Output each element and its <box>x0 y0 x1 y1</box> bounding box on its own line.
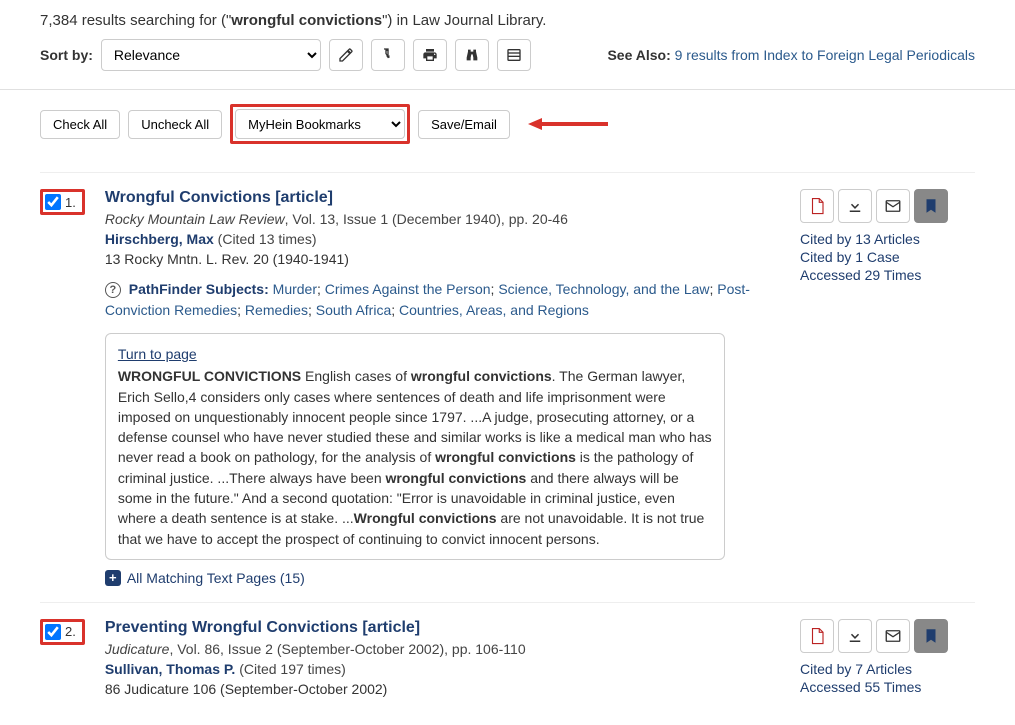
bookmark-select-highlight: MyHein Bookmarks <box>230 104 410 144</box>
author-link[interactable]: Hirschberg, Max <box>105 231 214 247</box>
divider <box>0 89 1015 90</box>
help-icon[interactable]: ? <box>105 282 121 298</box>
cited-by-articles[interactable]: Cited by 7 Articles <box>800 661 975 677</box>
annotation-arrow-icon <box>528 115 608 133</box>
uncheck-all-button[interactable]: Uncheck All <box>128 110 222 139</box>
result-citation: 86 Judicature 106 (September-October 200… <box>105 681 780 697</box>
result-snippet: Turn to page WRONGFUL CONVICTIONS Englis… <box>105 333 725 560</box>
download-icon[interactable] <box>838 619 872 653</box>
bookmark-icon[interactable] <box>914 619 948 653</box>
save-email-button[interactable]: Save/Email <box>418 110 510 139</box>
check-all-button[interactable]: Check All <box>40 110 120 139</box>
search-query: wrongful convictions <box>231 12 382 29</box>
email-icon[interactable] <box>876 189 910 223</box>
result-subjects: ? PathFinder Subjects: Murder; Crimes Ag… <box>105 279 780 321</box>
result-checkbox[interactable] <box>45 194 61 210</box>
list-view-icon[interactable] <box>497 39 531 71</box>
bookmark-icon[interactable] <box>914 189 948 223</box>
result-checkbox-highlight: 1. <box>40 189 85 215</box>
result-checkbox[interactable] <box>45 624 61 640</box>
sort-direction-icon[interactable] <box>371 39 405 71</box>
author-link[interactable]: Sullivan, Thomas P. <box>105 661 235 677</box>
result-title-link[interactable]: Wrongful Convictions [article] <box>105 189 333 206</box>
turn-to-page-link[interactable]: Turn to page <box>118 344 197 364</box>
download-icon[interactable] <box>838 189 872 223</box>
see-also: See Also: 9 results from Index to Foreig… <box>607 47 975 63</box>
plus-icon: + <box>105 570 121 586</box>
result-number: 2. <box>65 624 76 639</box>
result-stats: Cited by 13 Articles Cited by 1 Case Acc… <box>800 231 975 283</box>
print-icon[interactable] <box>413 39 447 71</box>
result-author: Sullivan, Thomas P. (Cited 197 times) <box>105 661 780 677</box>
result-title-link[interactable]: Preventing Wrongful Convictions [article… <box>105 619 420 636</box>
bookmark-select[interactable]: MyHein Bookmarks <box>235 109 405 139</box>
pdf-icon[interactable] <box>800 619 834 653</box>
result-stats: Cited by 7 Articles Accessed 55 Times <box>800 661 975 695</box>
email-icon[interactable] <box>876 619 910 653</box>
pdf-icon[interactable] <box>800 189 834 223</box>
result-author: Hirschberg, Max (Cited 13 times) <box>105 231 780 247</box>
result-count: 7,384 <box>40 12 78 29</box>
binoculars-icon[interactable] <box>455 39 489 71</box>
matching-pages[interactable]: + All Matching Text Pages (15) <box>105 570 780 586</box>
results-summary: 7,384 results searching for ("wrongful c… <box>40 12 975 29</box>
cited-by-articles[interactable]: Cited by 13 Articles <box>800 231 975 247</box>
result-checkbox-highlight: 2. <box>40 619 85 645</box>
sort-select[interactable]: Relevance <box>101 39 321 71</box>
matching-pages-link[interactable]: All Matching Text Pages (15) <box>127 570 305 586</box>
result-meta: Rocky Mountain Law Review, Vol. 13, Issu… <box>105 211 780 227</box>
result-meta: Judicature, Vol. 86, Issue 2 (September-… <box>105 641 780 657</box>
accessed-times: Accessed 29 Times <box>800 267 975 283</box>
sort-label: Sort by: <box>40 47 93 63</box>
accessed-times: Accessed 55 Times <box>800 679 975 695</box>
result-item: 1. Wrongful Convictions [article] Rocky … <box>40 172 975 602</box>
edit-icon[interactable] <box>329 39 363 71</box>
cited-by-cases[interactable]: Cited by 1 Case <box>800 249 975 265</box>
result-number: 1. <box>65 195 76 210</box>
see-also-link[interactable]: 9 results from Index to Foreign Legal Pe… <box>675 47 975 63</box>
result-citation: 13 Rocky Mntn. L. Rev. 20 (1940-1941) <box>105 251 780 267</box>
result-item: 2. Preventing Wrongful Convictions [arti… <box>40 602 975 713</box>
